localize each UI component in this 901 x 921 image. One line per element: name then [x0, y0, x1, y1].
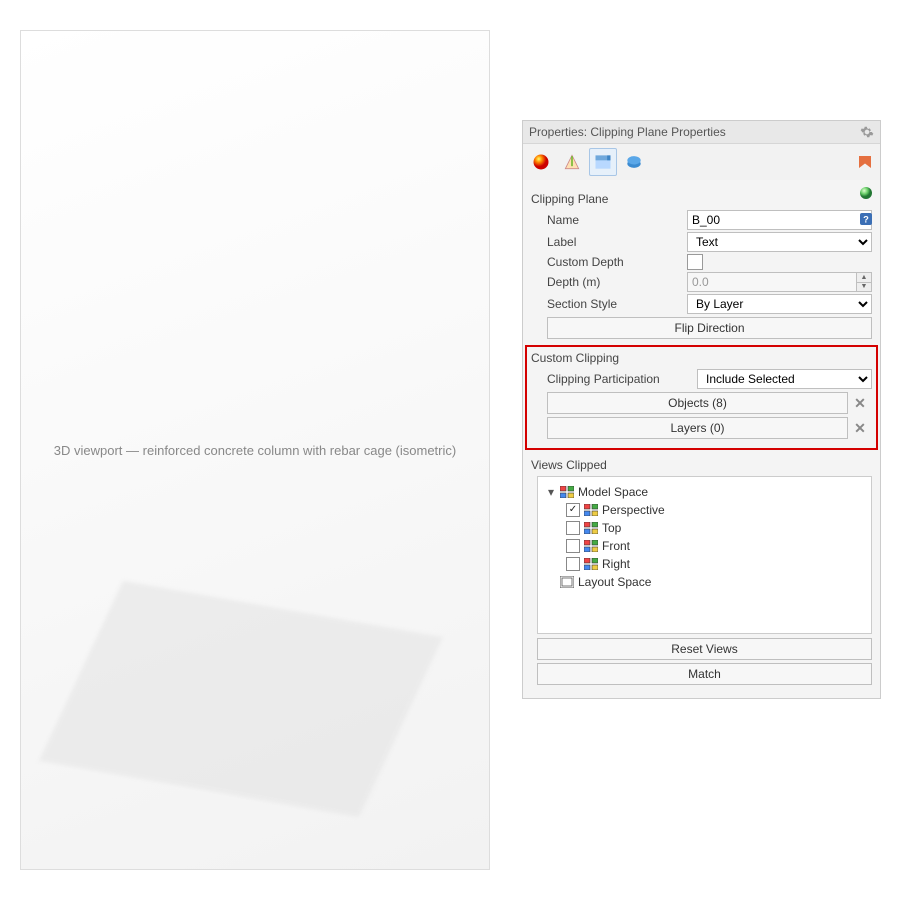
- label-section-style: Section Style: [547, 297, 687, 311]
- tree-row-right[interactable]: Right: [542, 555, 867, 573]
- section-heading-views-clipped: Views Clipped: [531, 458, 872, 472]
- checkbox-custom-depth[interactable]: [687, 254, 703, 270]
- match-button[interactable]: Match: [537, 663, 872, 685]
- tab-material-icon[interactable]: [527, 148, 555, 176]
- section-heading-clipping-plane: Clipping Plane: [531, 192, 872, 206]
- label-depth: Depth (m): [547, 275, 687, 289]
- viewport-icon: [584, 504, 598, 516]
- panel-body: Clipping Plane Name Label Text Custom De…: [523, 180, 880, 698]
- spinner-up-icon[interactable]: ▲: [857, 273, 871, 283]
- viewport: 3D viewport — reinforced concrete column…: [0, 0, 520, 921]
- gear-icon[interactable]: [860, 125, 874, 139]
- tree-collapse-icon[interactable]: ▾: [546, 487, 556, 497]
- toolbar-help-icon[interactable]: [854, 151, 876, 173]
- label-custom-depth: Custom Depth: [547, 255, 687, 269]
- tree-row-front[interactable]: Front: [542, 537, 867, 555]
- row-label: Label Text: [531, 232, 872, 252]
- layers-clear-icon[interactable]: ✕: [848, 417, 872, 439]
- select-label[interactable]: Text: [687, 232, 872, 252]
- objects-button[interactable]: Objects (8): [547, 392, 848, 414]
- views-tree: ▾ Model Space Perspective Top Front: [537, 476, 872, 634]
- tab-decal-icon[interactable]: [620, 148, 648, 176]
- label-label: Label: [547, 235, 687, 249]
- label-clipping-participation: Clipping Participation: [547, 372, 697, 386]
- viewport-icon: [584, 540, 598, 552]
- reset-views-button[interactable]: Reset Views: [537, 638, 872, 660]
- tab-texture-icon[interactable]: [558, 148, 586, 176]
- custom-clipping-highlight: Custom Clipping Clipping Participation I…: [525, 345, 878, 450]
- tree-row-model-space[interactable]: ▾ Model Space: [542, 483, 867, 501]
- layout-icon: [560, 576, 574, 588]
- tree-label-model-space: Model Space: [578, 485, 648, 499]
- spinner-depth[interactable]: ▲ ▼: [687, 272, 872, 292]
- viewport-icon: [584, 558, 598, 570]
- tree-row-top[interactable]: Top: [542, 519, 867, 537]
- spinner-down-icon[interactable]: ▼: [857, 283, 871, 292]
- checkbox-top[interactable]: [566, 521, 580, 535]
- checkbox-right[interactable]: [566, 557, 580, 571]
- layers-button[interactable]: Layers (0): [547, 417, 848, 439]
- panel-side-toolbar: ?: [856, 183, 876, 229]
- tree-row-perspective[interactable]: Perspective: [542, 501, 867, 519]
- properties-panel: Properties: Clipping Plane Properties: [522, 120, 881, 699]
- row-depth: Depth (m) ▲ ▼: [531, 272, 872, 292]
- row-name: Name: [531, 210, 872, 230]
- label-name: Name: [547, 213, 687, 227]
- row-section-style: Section Style By Layer: [531, 294, 872, 314]
- checkbox-perspective[interactable]: [566, 503, 580, 517]
- viewport-model[interactable]: 3D viewport — reinforced concrete column…: [20, 30, 490, 870]
- tree-label-layout-space: Layout Space: [578, 575, 651, 589]
- panel-title: Properties: Clipping Plane Properties: [529, 125, 726, 139]
- tree-label-perspective: Perspective: [602, 503, 665, 517]
- side-help-icon[interactable]: ?: [856, 209, 876, 229]
- row-custom-depth: Custom Depth: [531, 254, 872, 270]
- tree-label-front: Front: [602, 539, 630, 553]
- panel-tab-toolbar: [523, 144, 880, 180]
- input-name[interactable]: [687, 210, 872, 230]
- viewport-placeholder-text: 3D viewport — reinforced concrete column…: [54, 443, 456, 458]
- tab-clipping-plane-icon[interactable]: [589, 148, 617, 176]
- viewport-icon: [584, 522, 598, 534]
- side-sphere-icon[interactable]: [856, 183, 876, 203]
- input-depth[interactable]: [688, 273, 856, 291]
- svg-text:?: ?: [863, 214, 869, 224]
- section-heading-custom-clipping: Custom Clipping: [531, 351, 872, 365]
- row-clipping-participation: Clipping Participation Include Selected: [531, 369, 872, 389]
- tree-label-right: Right: [602, 557, 630, 571]
- tree-row-layout-space[interactable]: Layout Space: [542, 573, 867, 591]
- panel-titlebar: Properties: Clipping Plane Properties: [523, 121, 880, 144]
- checkbox-front[interactable]: [566, 539, 580, 553]
- objects-clear-icon[interactable]: ✕: [848, 392, 872, 414]
- tree-label-top: Top: [602, 521, 621, 535]
- four-viewport-icon: [560, 486, 574, 498]
- flip-direction-button[interactable]: Flip Direction: [547, 317, 872, 339]
- select-clipping-participation[interactable]: Include Selected: [697, 369, 872, 389]
- select-section-style[interactable]: By Layer: [687, 294, 872, 314]
